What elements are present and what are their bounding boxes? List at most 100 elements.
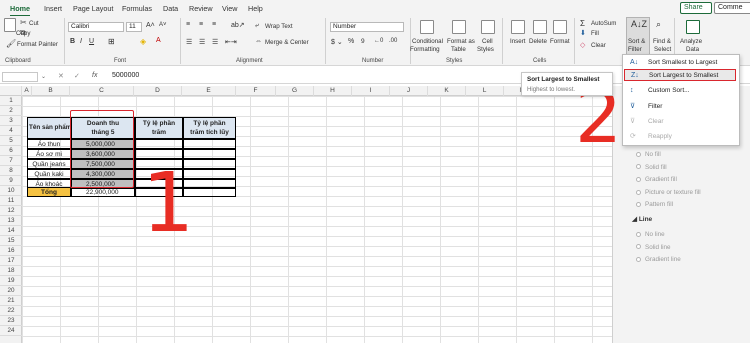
- row-header[interactable]: 12: [0, 206, 22, 216]
- tab-review[interactable]: Review: [189, 4, 213, 13]
- table-cell[interactable]: [183, 139, 236, 149]
- sort-filter-icon[interactable]: A↓Z: [631, 19, 647, 29]
- tab-insert[interactable]: Insert: [44, 4, 62, 13]
- menu-item[interactable]: ⟳ Reapply: [624, 131, 736, 143]
- row-header[interactable]: 5: [0, 136, 22, 146]
- row-header[interactable]: 7: [0, 156, 22, 166]
- line-option[interactable]: No line: [636, 231, 665, 238]
- radio-icon[interactable]: [636, 151, 641, 157]
- table-cell[interactable]: [135, 139, 183, 149]
- cell-styles-label-2[interactable]: Styles: [477, 46, 494, 53]
- percent-icon[interactable]: %: [348, 38, 354, 45]
- menu-item[interactable]: ⊽ Filter: [624, 101, 736, 113]
- sort-filter-label-2[interactable]: Filter: [628, 46, 642, 53]
- radio-icon[interactable]: [636, 164, 641, 170]
- row-header[interactable]: 14: [0, 226, 22, 236]
- line-section-heading[interactable]: ◢ Line: [632, 215, 652, 223]
- analyze-data-label-1[interactable]: Analyze: [680, 38, 702, 45]
- row-header[interactable]: 20: [0, 286, 22, 296]
- fill-option[interactable]: Gradient fill: [636, 176, 677, 183]
- find-select-label-2[interactable]: Select: [654, 46, 671, 53]
- increase-decimal-icon[interactable]: ←0: [374, 38, 383, 44]
- column-header[interactable]: A: [22, 86, 32, 96]
- name-box-dropdown-icon[interactable]: ⌄: [41, 73, 46, 80]
- wrap-text-icon[interactable]: ⤶: [255, 22, 259, 30]
- delete-cells-label[interactable]: Delete: [529, 38, 547, 45]
- font-color-icon[interactable]: A: [156, 37, 161, 44]
- format-as-table-label-2[interactable]: Table: [451, 46, 466, 53]
- fill-option[interactable]: No fill: [636, 151, 661, 158]
- product-name-cell[interactable]: Quần kaki: [27, 169, 71, 179]
- row-header[interactable]: 1: [0, 96, 22, 106]
- decrease-decimal-icon[interactable]: .00: [389, 38, 397, 44]
- align-center-icon[interactable]: ☰: [199, 38, 205, 46]
- middle-align-icon[interactable]: ≡: [199, 21, 203, 28]
- expand-icon[interactable]: ◢: [632, 216, 639, 223]
- wrap-text-button[interactable]: Wrap Text: [265, 23, 293, 30]
- product-name-cell[interactable]: Quần jeans: [27, 159, 71, 169]
- confirm-entry-icon[interactable]: ✓: [74, 72, 80, 80]
- font-size-increase-icon[interactable]: A˄: [146, 22, 155, 29]
- bottom-align-icon[interactable]: ≡: [212, 21, 216, 28]
- conditional-formatting-icon[interactable]: [420, 20, 434, 34]
- row-header[interactable]: 19: [0, 276, 22, 286]
- select-all-corner[interactable]: [0, 86, 22, 96]
- align-left-icon[interactable]: ☰: [186, 38, 192, 46]
- row-header[interactable]: 9: [0, 176, 22, 186]
- paste-icon[interactable]: [4, 18, 16, 32]
- bold-icon[interactable]: B: [70, 38, 75, 45]
- line-option[interactable]: Solid line: [636, 244, 671, 251]
- product-name-cell[interactable]: Áo thun: [27, 139, 71, 149]
- tab-view[interactable]: View: [222, 4, 237, 13]
- font-name-select[interactable]: Calibri: [68, 22, 124, 32]
- comma-style-icon[interactable]: 9: [361, 38, 365, 45]
- row-header[interactable]: 11: [0, 196, 22, 206]
- cancel-entry-icon[interactable]: ✕: [58, 72, 64, 80]
- analyze-data-icon[interactable]: [686, 20, 700, 34]
- fill-button[interactable]: Fill: [591, 30, 599, 37]
- row-header[interactable]: 22: [0, 306, 22, 316]
- cut-icon[interactable]: ✂: [20, 19, 27, 27]
- currency-icon[interactable]: $ ⌄: [331, 38, 343, 46]
- row-header[interactable]: 3: [0, 116, 22, 126]
- italic-icon[interactable]: I: [80, 38, 82, 45]
- row-header[interactable]: 6: [0, 146, 22, 156]
- font-size-select[interactable]: 11: [126, 22, 142, 32]
- radio-icon[interactable]: [636, 231, 641, 237]
- row-header[interactable]: 21: [0, 296, 22, 306]
- format-painter-label[interactable]: Format Painter: [17, 41, 58, 48]
- row-header[interactable]: 16: [0, 246, 22, 256]
- borders-icon[interactable]: ⊞: [108, 37, 115, 46]
- delete-cells-icon[interactable]: [533, 20, 547, 34]
- comments-button[interactable]: Comme: [714, 2, 750, 14]
- cut-label[interactable]: Cut: [29, 20, 39, 27]
- menu-item[interactable]: ↕ Custom Sort...: [624, 85, 736, 97]
- radio-icon[interactable]: [636, 177, 641, 183]
- radio-icon[interactable]: [636, 202, 641, 208]
- format-cells-icon[interactable]: [553, 20, 567, 34]
- column-header[interactable]: E: [182, 86, 236, 96]
- column-header[interactable]: G: [276, 86, 314, 96]
- row-header[interactable]: 17: [0, 256, 22, 266]
- menu-item[interactable]: A↓ Sort Smallest to Largest: [624, 57, 736, 69]
- product-name-cell[interactable]: Áo sơ mi: [27, 149, 71, 159]
- column-header[interactable]: L: [466, 86, 504, 96]
- total-value-cell[interactable]: 22,900,000: [71, 187, 135, 197]
- autosum-button[interactable]: AutoSum: [591, 20, 616, 27]
- merge-center-button[interactable]: Merge & Center: [265, 39, 309, 46]
- find-select-label-1[interactable]: Find &: [653, 38, 671, 45]
- autosum-icon[interactable]: Σ: [580, 19, 585, 28]
- radio-icon[interactable]: [636, 257, 641, 263]
- format-cells-label[interactable]: Format: [550, 38, 570, 45]
- cell-styles-icon[interactable]: [481, 20, 495, 34]
- merge-center-icon[interactable]: ⇔: [255, 38, 262, 45]
- column-header[interactable]: F: [236, 86, 276, 96]
- fill-option[interactable]: Solid fill: [636, 164, 667, 171]
- fill-option[interactable]: Picture or texture fill: [636, 189, 701, 196]
- row-header[interactable]: 18: [0, 266, 22, 276]
- header-cell-percent[interactable]: Tỷ lệ phần trăm: [135, 117, 183, 139]
- fill-color-icon[interactable]: ◈: [140, 37, 146, 46]
- tab-formulas[interactable]: Formulas: [122, 4, 152, 13]
- row-header[interactable]: 13: [0, 216, 22, 226]
- column-header[interactable]: J: [390, 86, 428, 96]
